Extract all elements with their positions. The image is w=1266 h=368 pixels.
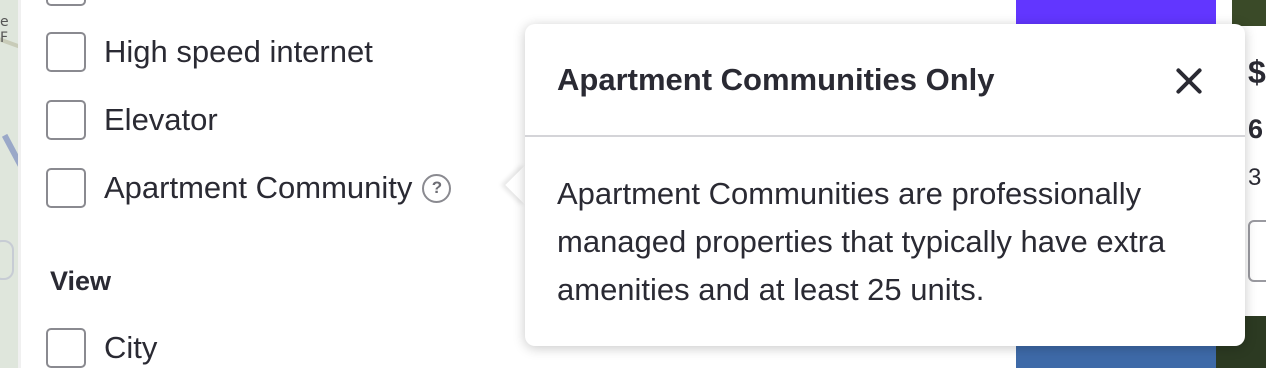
help-icon[interactable]: ? xyxy=(422,173,452,203)
listing-price: $ xyxy=(1248,54,1266,90)
checkbox[interactable] xyxy=(46,168,86,208)
checkbox[interactable] xyxy=(46,100,86,140)
filter-option-apartment-community[interactable]: Apartment Community ? xyxy=(46,168,452,208)
listing-photo-partial xyxy=(1232,0,1266,26)
map-road xyxy=(1,133,18,173)
filter-option-elevator[interactable]: Elevator xyxy=(46,100,218,140)
filter-option-label[interactable]: City xyxy=(104,330,157,366)
map-background[interactable]: e F xyxy=(0,0,18,368)
checkbox[interactable] xyxy=(46,32,86,72)
primary-button-partial[interactable] xyxy=(1016,0,1216,24)
map-label: e F xyxy=(0,14,9,46)
filter-option-city[interactable]: City xyxy=(46,328,157,368)
popover-header: Apartment Communities Only xyxy=(525,24,1245,137)
close-icon[interactable] xyxy=(1169,62,1209,102)
popover-title: Apartment Communities Only xyxy=(557,62,995,97)
popover-body: Apartment Communities are professionally… xyxy=(557,176,1166,307)
listing-button-partial[interactable] xyxy=(1248,220,1266,282)
checkbox[interactable] xyxy=(46,328,86,368)
filter-option-label[interactable]: Elevator xyxy=(104,102,218,138)
listing-address: 3 xyxy=(1248,164,1262,191)
filter-option-high-speed-internet[interactable]: High speed internet xyxy=(46,32,373,72)
panel-scrollbar[interactable] xyxy=(18,0,21,368)
listing-photo[interactable] xyxy=(1016,346,1216,368)
filter-option-label[interactable]: High speed internet xyxy=(104,34,373,70)
checkbox-partial[interactable] xyxy=(46,0,86,6)
map-shape xyxy=(0,240,14,280)
section-title-view: View xyxy=(50,266,112,296)
tooltip-popover: Apartment Communities Only Apartment Com… xyxy=(525,24,1245,346)
filter-option-label[interactable]: Apartment Community xyxy=(104,170,412,206)
listing-beds: 6 xyxy=(1248,114,1264,144)
